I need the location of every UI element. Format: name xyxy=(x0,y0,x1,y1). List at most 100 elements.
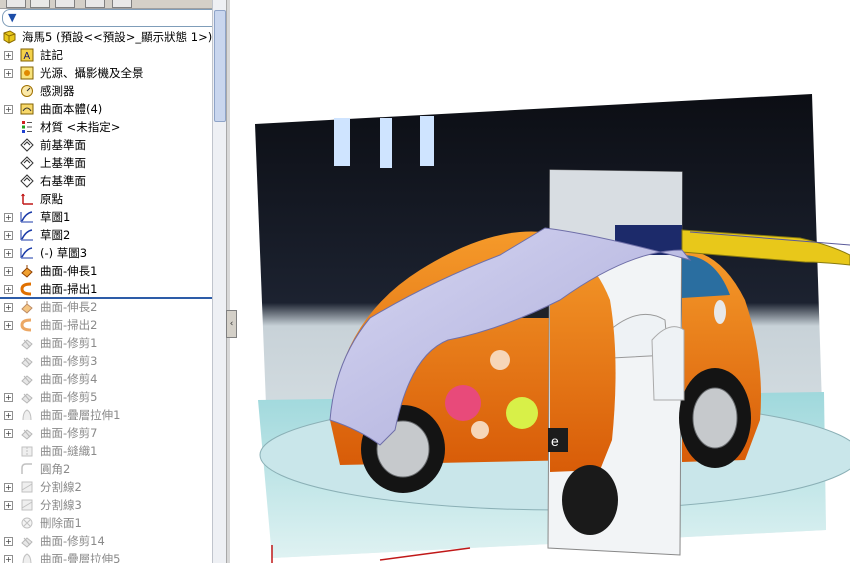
scrollbar-thumb[interactable] xyxy=(214,10,226,122)
tree-item[interactable]: + 草圖1 xyxy=(0,208,212,226)
tree-item-label: 刪除面1 xyxy=(40,516,82,530)
expand-toggle[interactable]: + xyxy=(4,231,13,240)
tree-item[interactable]: 刪除面1 xyxy=(0,514,212,532)
expand-toggle[interactable]: + xyxy=(4,429,13,438)
expand-toggle[interactable]: + xyxy=(4,303,13,312)
tree-item-label: 曲面-伸長2 xyxy=(40,300,98,314)
surface-sweep-icon xyxy=(19,318,34,332)
expand-toggle[interactable]: + xyxy=(4,105,13,114)
tree-root[interactable]: 海馬5 (預設<<預設>_顯示狀態 1>) xyxy=(0,28,212,46)
expand-toggle[interactable]: + xyxy=(4,393,13,402)
feature-tree: 海馬5 (預設<<預設>_顯示狀態 1>) + A 註記 + 光源、攝影機及全景 感測器 +… xyxy=(0,28,212,563)
tree-item[interactable]: + 曲面-修剪14 xyxy=(0,532,212,550)
ceiling-light xyxy=(334,118,350,166)
tab-dimxpert-manager[interactable] xyxy=(85,0,105,8)
tree-item[interactable]: 曲面-修剪4 xyxy=(0,370,212,388)
plane-icon xyxy=(19,138,34,152)
tree-item[interactable]: 材質 <未指定> xyxy=(0,118,212,136)
tab-property-manager[interactable] xyxy=(30,0,50,8)
tree-item[interactable]: + 曲面-伸長2 xyxy=(0,298,212,316)
tree-item[interactable]: 圓角2 xyxy=(0,460,212,478)
graphics-viewport[interactable]: e xyxy=(236,0,850,563)
tree-item[interactable]: + 分割線3 xyxy=(0,496,212,514)
filter-icon: ▼ xyxy=(8,11,17,24)
tree-item-label: 感測器 xyxy=(40,84,75,98)
expand-toggle[interactable]: + xyxy=(4,285,13,294)
tree-item[interactable]: + 光源、攝影機及全景 xyxy=(0,64,212,82)
expand-toggle[interactable]: + xyxy=(4,555,13,563)
tab-feature-manager[interactable] xyxy=(6,0,26,8)
origin-icon xyxy=(19,192,34,206)
panel-tabs xyxy=(0,0,212,9)
tree-item-label: 曲面-掃出2 xyxy=(40,318,98,332)
tree-item[interactable]: + 曲面-修剪7 xyxy=(0,424,212,442)
delete-face-icon xyxy=(19,516,34,530)
expand-toggle[interactable]: + xyxy=(4,411,13,420)
tree-item[interactable]: 曲面-縫織1 xyxy=(0,442,212,460)
model-view[interactable]: e xyxy=(236,0,850,563)
tree-item-label: 光源、攝影機及全景 xyxy=(40,66,144,80)
expand-toggle[interactable]: + xyxy=(4,501,13,510)
tree-item-label: 曲面-修剪4 xyxy=(40,372,98,386)
expand-toggle[interactable]: + xyxy=(4,483,13,492)
tree-item[interactable]: 原點 xyxy=(0,190,212,208)
tree-item-label: 圓角2 xyxy=(40,462,71,476)
tree-item-label: 原點 xyxy=(40,192,63,206)
tree-item[interactable]: 上基準面 xyxy=(0,154,212,172)
panel-splitter[interactable] xyxy=(226,0,230,563)
feature-manager-panel: ▼ 海馬5 (預設<<預設>_顯示狀態 1>) + A 註記 + 光源、攝影機及全景 感測… xyxy=(0,0,212,563)
tree-item[interactable]: + 曲面-疊層拉伸5 xyxy=(0,550,212,563)
tree-item[interactable]: + 曲面-掃出1 xyxy=(0,280,212,298)
tree-item[interactable]: 曲面-修剪1 xyxy=(0,334,212,352)
tree-item[interactable]: + (-) 草圖3 xyxy=(0,244,212,262)
ceiling-light xyxy=(380,118,392,168)
tree-item-label: 曲面-修剪3 xyxy=(40,354,98,368)
tree-item[interactable]: + 曲面-伸長1 xyxy=(0,262,212,280)
tree-item-label: 前基準面 xyxy=(40,138,86,152)
expand-toggle[interactable]: + xyxy=(4,213,13,222)
tree-item[interactable]: + 曲面-掃出2 xyxy=(0,316,212,334)
tree-item[interactable]: 前基準面 xyxy=(0,136,212,154)
surface-bodies-icon xyxy=(19,102,34,116)
tree-item[interactable]: 曲面-修剪3 xyxy=(0,352,212,370)
surface-extrude-icon xyxy=(19,300,34,314)
tree-item[interactable]: + A 註記 xyxy=(0,46,212,64)
tree-scrollbar[interactable] xyxy=(212,0,226,563)
tree-item-label: 分割線3 xyxy=(40,498,82,512)
tree-item[interactable]: 右基準面 xyxy=(0,172,212,190)
expand-toggle[interactable]: + xyxy=(4,267,13,276)
tree-item-label: 右基準面 xyxy=(40,174,86,188)
rollback-bar[interactable] xyxy=(0,297,212,299)
surface-knit-icon xyxy=(19,444,34,458)
tree-item[interactable]: + 草圖2 xyxy=(0,226,212,244)
surface-trim-icon xyxy=(19,426,34,440)
expand-toggle[interactable]: + xyxy=(4,321,13,330)
tree-item-label: 上基準面 xyxy=(40,156,86,170)
tab-configuration-manager[interactable] xyxy=(55,0,75,8)
surface-sweep-icon xyxy=(19,282,34,296)
tab-display-manager[interactable] xyxy=(112,0,132,8)
tree-item-label: 草圖2 xyxy=(40,228,71,242)
surface-trim-icon xyxy=(19,372,34,386)
annotation-icon: A xyxy=(19,48,34,62)
expand-toggle[interactable]: + xyxy=(4,69,13,78)
rim-right xyxy=(692,387,738,449)
split-line-icon xyxy=(19,480,34,494)
tree-item[interactable]: + 分割線2 xyxy=(0,478,212,496)
decal-pink xyxy=(445,385,481,421)
tree-item[interactable]: + 曲面本體(4) xyxy=(0,100,212,118)
tree-item-label: 曲面-伸長1 xyxy=(40,264,98,278)
surface-loft-icon xyxy=(19,408,34,422)
expand-toggle[interactable]: + xyxy=(4,51,13,60)
expand-toggle[interactable]: + xyxy=(4,537,13,546)
tree-item[interactable]: + 曲面-修剪5 xyxy=(0,388,212,406)
tree-item-label: 材質 <未指定> xyxy=(40,120,121,134)
surface-loft-icon xyxy=(19,552,34,563)
tree-item-label: 曲面-疊層拉伸5 xyxy=(40,552,121,563)
tree-item[interactable]: 感測器 xyxy=(0,82,212,100)
expand-toggle[interactable]: + xyxy=(4,249,13,258)
tree-item-label: (-) 草圖3 xyxy=(40,246,88,260)
tree-item[interactable]: + 曲面-疊層拉伸1 xyxy=(0,406,212,424)
material-icon xyxy=(19,120,34,134)
tree-filter-input[interactable]: ▼ xyxy=(2,9,212,27)
